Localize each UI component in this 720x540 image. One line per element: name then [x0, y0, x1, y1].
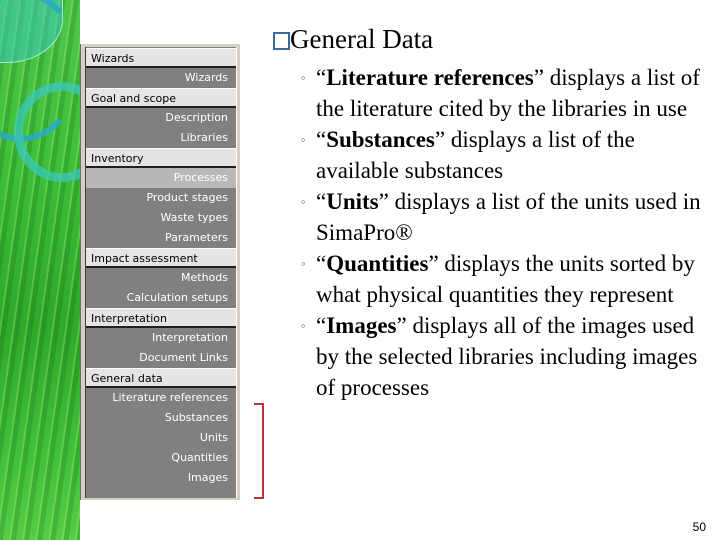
- nav-item-processes[interactable]: Processes: [86, 168, 236, 188]
- decorative-grass-image: [0, 0, 80, 540]
- nav-item-libraries[interactable]: Libraries: [86, 128, 236, 148]
- circle-bullet-icon: ◦: [301, 318, 306, 333]
- nav-item-calculation-setups[interactable]: Calculation setups: [86, 288, 236, 308]
- square-bullet-icon: [273, 32, 290, 50]
- circle-bullet-icon: ◦: [301, 256, 306, 271]
- bullet-term: Substances: [326, 127, 435, 152]
- nav-item-images[interactable]: Images: [86, 468, 236, 488]
- slide-title: General Data: [273, 22, 433, 56]
- nav-item-parameters[interactable]: Parameters: [86, 228, 236, 248]
- bullet-item: ◦ “Quantities” displays the units sorted …: [301, 248, 711, 310]
- nav-item-substances[interactable]: Substances: [86, 408, 236, 428]
- bullet-item: ◦ “Substances” displays a list of the ava…: [301, 124, 711, 186]
- nav-item-wizards[interactable]: Wizards: [86, 68, 236, 88]
- bullet-list: ◦ “Literature references” displays a list…: [301, 62, 711, 403]
- section-header-wizards[interactable]: Wizards: [86, 48, 236, 68]
- nav-item-methods[interactable]: Methods: [86, 268, 236, 288]
- bullet-item: ◦ “Units” displays a list of the units us…: [301, 186, 711, 248]
- bullet-term: Quantities: [326, 251, 429, 276]
- circle-bullet-icon: ◦: [301, 132, 306, 147]
- nav-item-waste-types[interactable]: Waste types: [86, 208, 236, 228]
- nav-item-units[interactable]: Units: [86, 428, 236, 448]
- bullet-item: ◦ “Images” displays all of the images use…: [301, 310, 711, 403]
- section-header-general-data[interactable]: General data: [86, 368, 236, 388]
- navigation-list: Wizards Wizards Goal and scope Descripti…: [86, 48, 236, 488]
- bullet-item: ◦ “Literature references” displays a list…: [301, 62, 711, 124]
- circle-bullet-icon: ◦: [301, 70, 306, 85]
- page-number: 50: [692, 520, 706, 534]
- bullet-term: Units: [326, 189, 379, 214]
- slide-title-text: General Data: [290, 24, 434, 54]
- section-header-goal-and-scope[interactable]: Goal and scope: [86, 88, 236, 108]
- section-header-impact-assessment[interactable]: Impact assessment: [86, 248, 236, 268]
- section-header-interpretation[interactable]: Interpretation: [86, 308, 236, 328]
- bullet-term: Literature references: [326, 65, 534, 90]
- highlight-bracket: [254, 403, 264, 499]
- nav-item-product-stages[interactable]: Product stages: [86, 188, 236, 208]
- nav-item-literature-references[interactable]: Literature references: [86, 388, 236, 408]
- nav-item-quantities[interactable]: Quantities: [86, 448, 236, 468]
- nav-item-description[interactable]: Description: [86, 108, 236, 128]
- nav-item-interpretation[interactable]: Interpretation: [86, 328, 236, 348]
- bullet-term: Images: [326, 313, 397, 338]
- nav-item-document-links[interactable]: Document Links: [86, 348, 236, 368]
- circle-bullet-icon: ◦: [301, 194, 306, 209]
- section-header-inventory[interactable]: Inventory: [86, 148, 236, 168]
